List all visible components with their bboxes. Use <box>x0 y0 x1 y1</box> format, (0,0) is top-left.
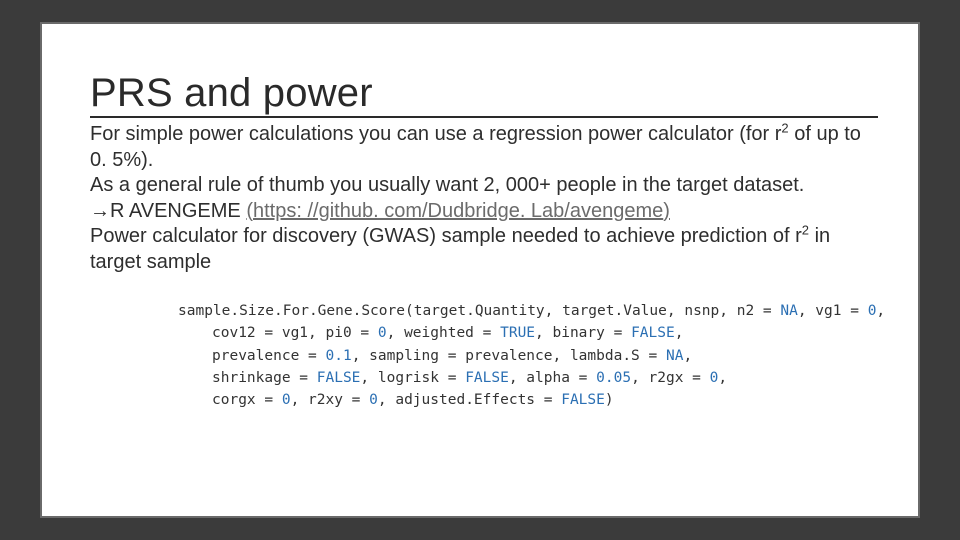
code-l4c: , alpha = <box>509 370 596 386</box>
code-l3b: , sampling = prevalence, lambda.S = <box>352 348 666 364</box>
paragraph-3: Power calculator for discovery (GWAS) sa… <box>90 224 878 275</box>
code-l2a: cov12 = vg1, pi0 = <box>212 325 378 341</box>
code-num-01: 0.1 <box>326 348 352 364</box>
code-false-1: FALSE <box>631 325 675 341</box>
code-line-4: shrinkage = FALSE, logrisk = FALSE, alph… <box>178 367 790 389</box>
code-line-5: corgx = 0, r2xy = 0, adjusted.Effects = … <box>178 389 790 411</box>
code-l5b: , r2xy = <box>291 392 370 408</box>
code-num-005: 0.05 <box>596 370 631 386</box>
code-na-1: NA <box>780 303 797 319</box>
code-zero-5: 0 <box>369 392 378 408</box>
tool-name: R AVENGEME <box>110 200 246 222</box>
code-comma-2: , <box>675 325 684 341</box>
code-false-2: FALSE <box>317 370 361 386</box>
paragraph-2: As a general rule of thumb you usually w… <box>90 173 878 199</box>
code-l4d: , r2gx = <box>631 370 710 386</box>
paragraph-1: For simple power calculations you can us… <box>90 122 878 173</box>
code-false-4: FALSE <box>561 392 605 408</box>
code-l2c: , binary = <box>535 325 631 341</box>
code-zero-4: 0 <box>282 392 291 408</box>
code-l5c: , adjusted.Effects = <box>378 392 561 408</box>
code-l4a: shrinkage = <box>212 370 317 386</box>
code-false-3: FALSE <box>465 370 509 386</box>
code-l5a: corgx = <box>212 392 282 408</box>
paren-close: ) <box>663 200 670 222</box>
code-snippet: sample.Size.For.Gene.Score(target.Quanti… <box>170 294 798 422</box>
code-l1-tail: , vg1 = <box>798 303 868 319</box>
code-fn-name: sample.Size.For.Gene.Score <box>178 303 405 319</box>
code-line-1: sample.Size.For.Gene.Score(target.Quanti… <box>178 300 790 322</box>
code-comma-3: , <box>683 348 692 364</box>
para3-text-a: Power calculator for discovery (GWAS) sa… <box>90 225 802 247</box>
code-comma-1: , <box>876 303 885 319</box>
code-rparen: ) <box>605 392 614 408</box>
code-l3a: prevalence = <box>212 348 326 364</box>
arrow-icon: → <box>90 200 110 222</box>
r-squared-sup-1: 2 <box>781 120 788 135</box>
paren-open: ( <box>246 200 253 222</box>
code-true-1: TRUE <box>500 325 535 341</box>
code-line-2: cov12 = vg1, pi0 = 0, weighted = TRUE, b… <box>178 322 790 344</box>
code-zero-2: 0 <box>378 325 387 341</box>
slide-card: PRS and power For simple power calculati… <box>40 22 920 518</box>
r-squared-sup-2: 2 <box>802 223 809 238</box>
code-l1-args: (target.Quantity, target.Value, nsnp, n2… <box>405 303 780 319</box>
tool-link[interactable]: (https: //github. com/Dudbridge. Lab/ave… <box>246 200 670 222</box>
tool-url-text: https: //github. com/Dudbridge. Lab/aven… <box>253 200 663 222</box>
tool-reference-line: →R AVENGEME (https: //github. com/Dudbri… <box>90 199 878 225</box>
slide-title: PRS and power <box>90 72 878 118</box>
code-line-3: prevalence = 0.1, sampling = prevalence,… <box>178 345 790 367</box>
code-comma-4: , <box>718 370 727 386</box>
code-l4b: , logrisk = <box>360 370 465 386</box>
para1-text-a: For simple power calculations you can us… <box>90 123 781 145</box>
slide-body: For simple power calculations you can us… <box>90 122 878 276</box>
code-na-2: NA <box>666 348 683 364</box>
code-l2b: , weighted = <box>387 325 501 341</box>
